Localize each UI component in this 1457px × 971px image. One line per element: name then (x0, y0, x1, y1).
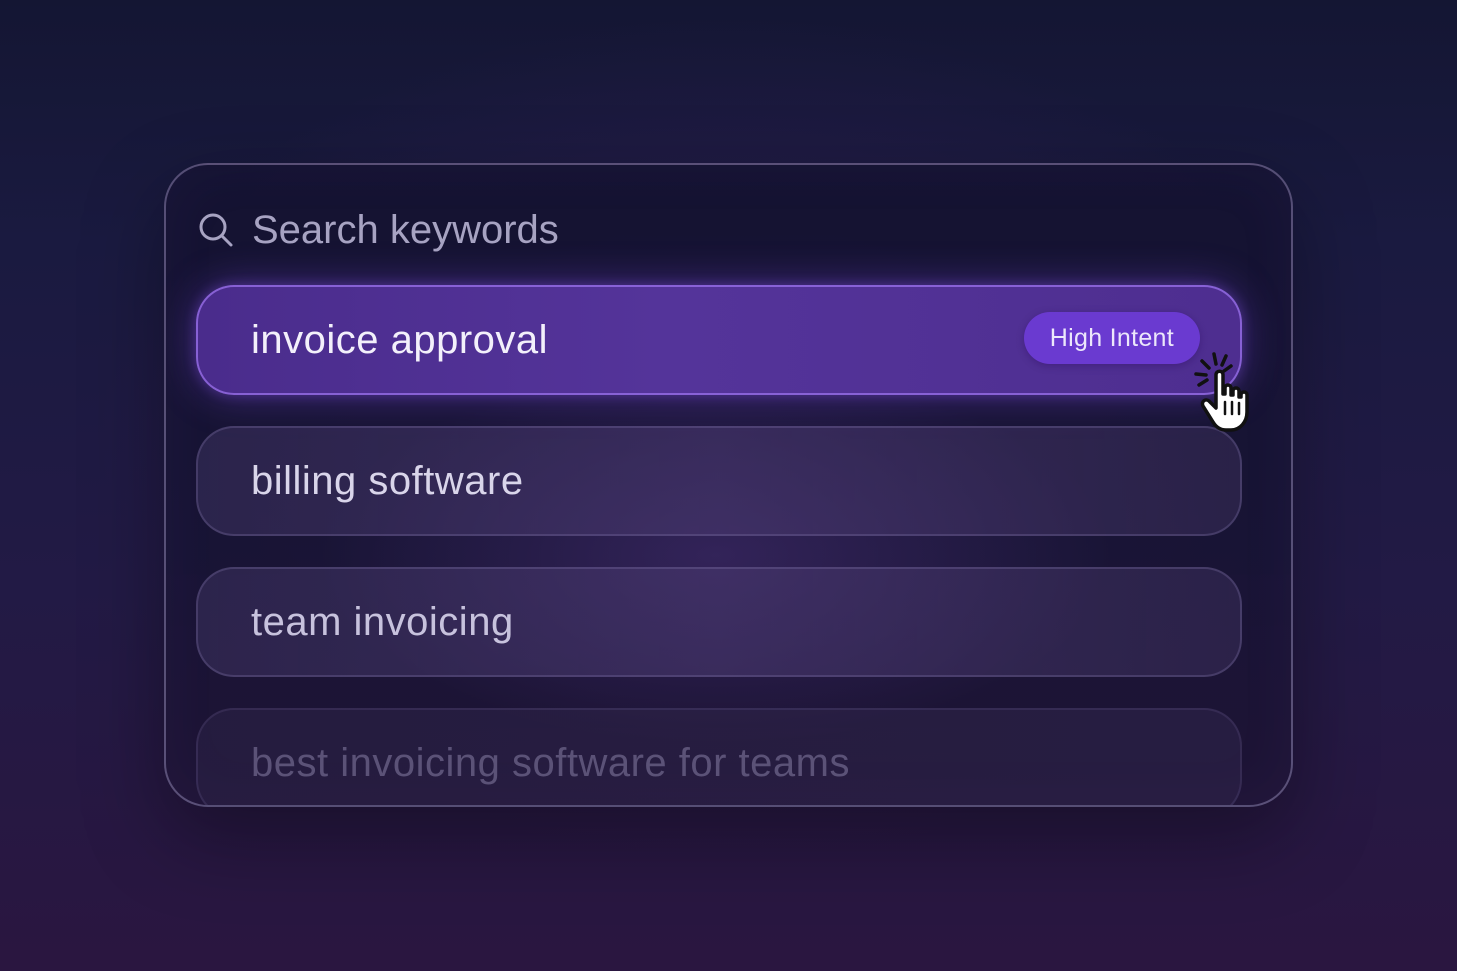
keyword-item-team-invoicing[interactable]: team invoicing (196, 567, 1242, 677)
keyword-label: best invoicing software for teams (251, 740, 850, 785)
keyword-item-billing-software[interactable]: billing software (196, 426, 1242, 536)
search-bar (198, 205, 852, 255)
keyword-label: invoice approval (251, 317, 549, 362)
high-intent-badge: High Intent (1023, 312, 1200, 364)
keyword-item-invoice-approval[interactable]: invoice approval High Intent (196, 285, 1242, 395)
search-input[interactable] (252, 207, 852, 253)
keyword-item-best-invoicing-software[interactable]: best invoicing software for teams (196, 708, 1242, 805)
pointer-hand-click-icon (1190, 350, 1266, 434)
search-icon (198, 212, 234, 248)
keyword-search-panel: invoice approval High Intent billing sof… (164, 163, 1293, 807)
keyword-label: billing software (251, 458, 524, 503)
keyword-label: team invoicing (251, 599, 514, 644)
